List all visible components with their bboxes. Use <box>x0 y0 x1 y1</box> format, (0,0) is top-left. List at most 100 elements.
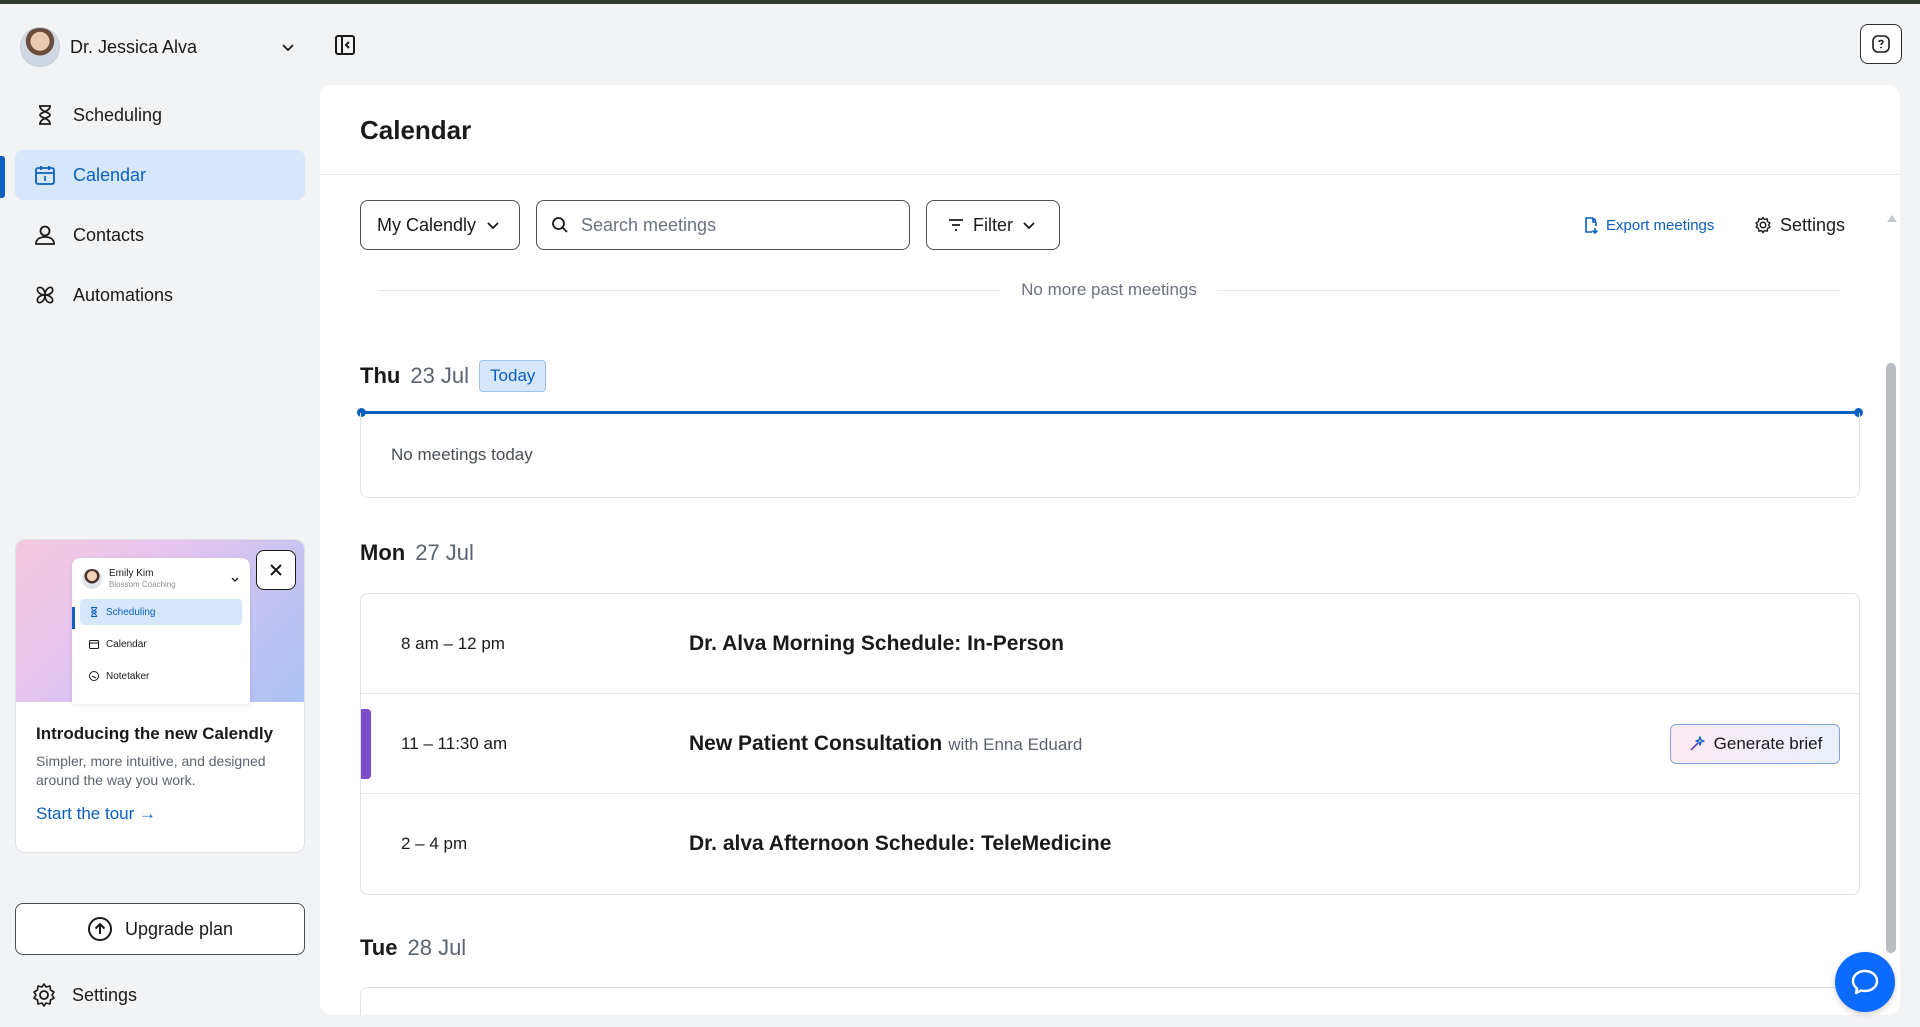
automations-icon <box>31 281 59 309</box>
sidebar-settings[interactable]: Settings <box>30 979 137 1011</box>
sidebar-item-label: Scheduling <box>73 104 163 125</box>
filter-label: Filter <box>973 214 1013 235</box>
meeting-row[interactable]: 2 – 4 pm Dr. alva Afternoon Schedule: Te… <box>361 794 1859 894</box>
header-divider <box>320 174 1900 175</box>
calendar-toolbar: My Calendly Filter Export meetings Setti… <box>360 200 1870 250</box>
no-meetings-text: No meetings today <box>391 445 533 464</box>
meeting-invitee: with Enna Eduard <box>948 734 1083 754</box>
day-date: 23 Jul <box>410 363 470 388</box>
chevron-down-icon[interactable] <box>276 35 300 59</box>
upgrade-plan-label: Upgrade plan <box>124 918 234 939</box>
preview-item-label: Notetaker <box>106 670 150 682</box>
page-title: Calendar <box>360 115 472 145</box>
promo-title: Introducing the new Calendly <box>36 724 274 743</box>
gear-icon <box>1754 216 1772 234</box>
hourglass-icon <box>31 101 59 129</box>
promo-close-button[interactable] <box>256 550 296 590</box>
preview-user-org: Blossom Coaching <box>109 580 176 589</box>
filter-button[interactable]: Filter <box>926 200 1060 250</box>
divider-line <box>1216 289 1840 291</box>
meeting-title: Dr. alva Afternoon Schedule: TeleMedicin… <box>689 832 1112 855</box>
meeting-row[interactable]: 11 – 11:30 am New Patient Consultation wi… <box>361 694 1859 794</box>
search-input[interactable] <box>581 214 881 236</box>
meeting-row[interactable]: 8 am – 12 pm Dr. Alva Morning Schedule: … <box>361 594 1859 694</box>
scroll-up-arrow[interactable] <box>1887 215 1897 222</box>
user-menu[interactable]: Dr. Jessica Alva <box>20 24 300 70</box>
main-nav: Scheduling Calendar Contacts Automations <box>15 90 305 330</box>
calendar-select[interactable]: My Calendly <box>360 200 520 250</box>
promo-card: Emily Kim Blossom Coaching Scheduling Ca… <box>15 539 305 853</box>
export-meetings-link[interactable]: Export meetings <box>1582 200 1714 250</box>
today-badge: Today <box>479 360 547 392</box>
meeting-title: Dr. Alva Morning Schedule: In-Person <box>689 631 1064 655</box>
meeting-time: 11 – 11:30 am <box>401 733 508 753</box>
preview-item-label: Calendar <box>106 638 147 650</box>
preview-calendar-icon <box>88 638 100 650</box>
settings-label: Settings <box>1780 214 1846 235</box>
meetings-list: 8 am – 12 pm Dr. Alva Morning Schedule: … <box>360 593 1860 895</box>
scroll-thumb[interactable] <box>1886 363 1896 953</box>
chat-support-button[interactable] <box>1835 952 1895 1012</box>
preview-chevron-icon <box>231 577 239 582</box>
active-nav-indicator <box>0 156 5 198</box>
calendar-settings-link[interactable]: Settings <box>1754 200 1845 250</box>
preview-notetaker-icon <box>88 670 100 682</box>
scrollbar[interactable] <box>1885 215 1897 1015</box>
filter-icon <box>947 216 965 234</box>
meeting-time: 8 am – 12 pm <box>401 633 505 653</box>
sidebar-item-label: Contacts <box>73 224 145 245</box>
day-name: Thu <box>360 363 401 388</box>
search-icon <box>552 217 568 233</box>
sidebar-item-label: Calendar <box>73 164 147 185</box>
upgrade-plan-button[interactable]: Upgrade plan <box>15 903 305 955</box>
calendar-select-value: My Calendly <box>377 214 477 235</box>
search-box <box>536 200 910 250</box>
help-icon <box>1872 35 1890 53</box>
sidebar-item-scheduling[interactable]: Scheduling <box>15 90 305 140</box>
help-button[interactable] <box>1860 24 1902 64</box>
sidebar-item-automations[interactable]: Automations <box>15 270 305 320</box>
sidebar-collapse-icon <box>335 35 355 55</box>
meetings-list <box>360 987 1860 1015</box>
gear-icon <box>30 981 58 1009</box>
past-meetings-text: No more past meetings <box>1021 280 1197 299</box>
preview-item-notetaker: Notetaker <box>80 663 242 689</box>
day-date: 28 Jul <box>407 935 467 960</box>
day-date: 27 Jul <box>415 540 474 565</box>
export-icon <box>1582 216 1600 234</box>
preview-item-scheduling: Scheduling <box>80 599 242 625</box>
day-heading: Tue 28 Jul <box>360 935 466 961</box>
sparkle-icon <box>1688 735 1706 753</box>
user-name: Dr. Jessica Alva <box>70 36 198 57</box>
divider-line <box>378 289 1002 291</box>
export-meetings-label: Export meetings <box>1606 216 1715 234</box>
collapse-sidebar-button[interactable] <box>330 30 360 60</box>
event-type-color-bar <box>361 709 371 779</box>
meeting-time: 2 – 4 pm <box>401 834 468 853</box>
calendar-icon <box>31 161 59 189</box>
day-name: Mon <box>360 540 406 565</box>
promo-preview-panel: Emily Kim Blossom Coaching Scheduling Ca… <box>72 558 250 704</box>
chevron-down-icon <box>1023 222 1035 230</box>
generate-brief-button[interactable]: Generate brief <box>1670 724 1840 764</box>
sidebar-item-calendar[interactable]: Calendar <box>15 150 305 200</box>
preview-item-calendar: Calendar <box>80 631 242 657</box>
preview-hourglass-icon <box>88 606 100 618</box>
preview-user-name: Emily Kim <box>109 568 154 579</box>
calendar-panel: Calendar My Calendly Filter Export meeti… <box>320 85 1900 1015</box>
generate-brief-label: Generate brief <box>1713 734 1823 753</box>
preview-user-row: Emily Kim Blossom Coaching <box>72 558 250 595</box>
sidebar-item-contacts[interactable]: Contacts <box>15 210 305 260</box>
day-name: Tue <box>360 935 398 960</box>
sidebar-item-label: Automations <box>73 284 174 305</box>
past-meetings-notice: No more past meetings <box>378 275 1840 305</box>
upgrade-arrow-icon <box>87 916 113 942</box>
preview-active-indicator <box>72 607 75 629</box>
meeting-title-group: New Patient Consultation with Enna Eduard <box>689 732 1082 756</box>
no-meetings-box: No meetings today <box>360 413 1860 498</box>
preview-item-label: Scheduling <box>106 606 156 618</box>
meeting-title: New Patient Consultation <box>689 731 943 755</box>
promo-preview-image: Emily Kim Blossom Coaching Scheduling Ca… <box>16 540 304 704</box>
avatar <box>20 27 60 67</box>
start-tour-link[interactable]: Start the tour → <box>36 804 156 824</box>
